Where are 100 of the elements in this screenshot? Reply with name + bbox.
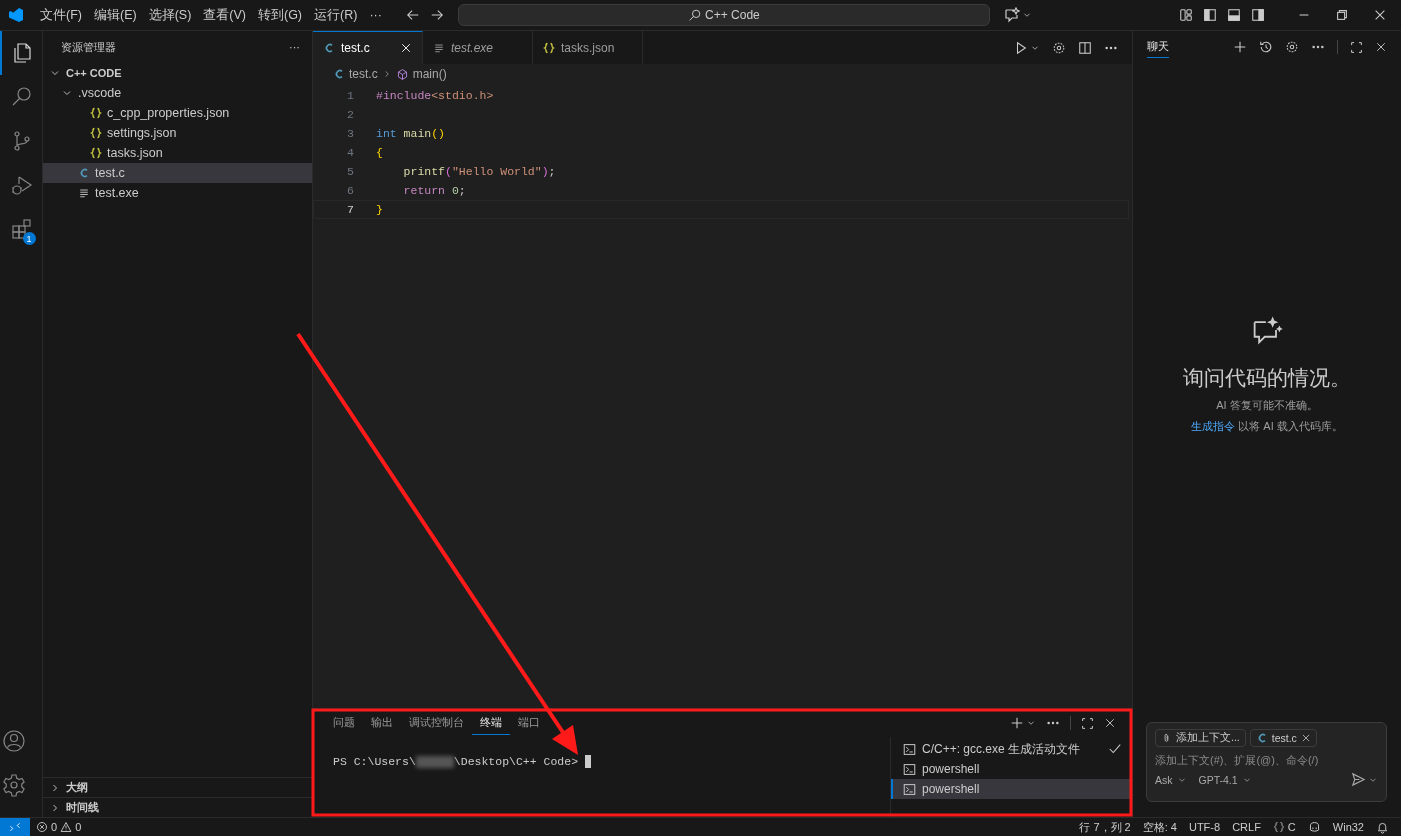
menu-item[interactable]: 查看(V) — [197, 6, 252, 24]
menu-item[interactable]: 运行(R) — [308, 6, 364, 24]
panel-tab[interactable]: 端口 — [510, 711, 548, 735]
context-chip[interactable]: 添加上下文... — [1155, 729, 1246, 747]
terminal-list-item[interactable]: powershell — [891, 779, 1132, 799]
line-number: 3 — [346, 127, 355, 140]
folder-item[interactable]: C++ CODE — [43, 63, 312, 83]
braces-icon — [90, 127, 102, 139]
panel-tab[interactable]: 调试控制台 — [401, 711, 472, 735]
file-item[interactable]: tasks.json — [43, 143, 312, 163]
panel-tab[interactable]: 终端 — [472, 711, 510, 735]
generate-link[interactable]: 生成指令 — [1191, 419, 1236, 432]
warning-icon — [60, 821, 73, 833]
problems-status[interactable]: 0 0 — [30, 817, 88, 836]
terminal-cursor — [585, 755, 592, 768]
platform-status[interactable]: Win32 — [1326, 817, 1370, 836]
blocks-icon[interactable] — [10, 217, 34, 241]
terminal-icon — [903, 782, 916, 796]
breadcrumb[interactable]: main() — [412, 67, 447, 81]
vscode-logo-icon — [8, 7, 24, 23]
braces-icon — [543, 41, 555, 54]
forward-arrow-icon[interactable] — [429, 8, 444, 22]
chat-note: AI 答复可能不准确。 — [1216, 397, 1318, 413]
braces-icon — [90, 107, 102, 119]
search-icon — [688, 8, 702, 22]
model-dropdown[interactable]: GPT-4.1 — [1198, 773, 1252, 786]
settings-icon[interactable] — [1, 773, 26, 797]
code-line: return 0; — [402, 184, 466, 197]
c-file-icon — [333, 68, 345, 80]
lines-icon — [78, 187, 90, 199]
c-file-icon — [323, 42, 335, 54]
terminal-list-item[interactable]: C/C++: gcc.exe 生成活动文件 — [891, 739, 1132, 759]
panel-bottom-icon[interactable] — [1227, 8, 1241, 22]
terminal-list-item[interactable]: powershell — [891, 759, 1132, 779]
cursor-position[interactable]: 行 7，列 2 — [1073, 817, 1137, 836]
panel-tab[interactable]: 问题 — [325, 711, 363, 735]
close-icon[interactable] — [1104, 717, 1116, 729]
chat-sparkle-icon[interactable] — [1003, 7, 1020, 23]
context-chip[interactable]: test.c — [1249, 729, 1317, 747]
line-number: 2 — [346, 108, 355, 121]
file-item[interactable]: settings.json — [43, 123, 312, 143]
file-item[interactable]: test.exe — [43, 183, 312, 203]
chat-input[interactable]: 添加上下文(#)、扩展(@)、命令(/) — [1155, 754, 1378, 766]
maximize-icon[interactable] — [1081, 716, 1094, 730]
menu-item[interactable]: 编辑(E) — [87, 6, 143, 24]
close-icon[interactable] — [1373, 8, 1387, 22]
code-line: #include<stdio.h> — [376, 89, 494, 102]
settings-icon[interactable] — [1285, 40, 1299, 54]
line-number: 4 — [346, 146, 355, 159]
breadcrumb[interactable]: test.c — [349, 67, 378, 81]
section-header[interactable]: 时间线 — [43, 797, 312, 817]
indent-status[interactable]: 空格: 4 — [1136, 817, 1183, 836]
history-icon[interactable] — [1259, 40, 1273, 54]
split-editor-icon[interactable] — [1078, 40, 1092, 55]
restore-icon[interactable] — [1335, 8, 1349, 22]
layout-icon[interactable] — [1179, 8, 1193, 22]
run-icon[interactable] — [1014, 40, 1028, 55]
language-status[interactable]: C — [1266, 817, 1302, 836]
menu-item[interactable]: 转到(G) — [252, 6, 309, 24]
error-icon — [36, 821, 48, 833]
sidebar-right-icon[interactable] — [1251, 8, 1265, 22]
section-header[interactable]: 大纲 — [43, 777, 312, 797]
line-number: 5 — [346, 165, 355, 178]
menu-item[interactable]: 文件(F) — [34, 6, 88, 24]
code-line: printf("Hello World"); — [402, 165, 556, 178]
cube-icon — [395, 67, 409, 81]
line-number: 1 — [346, 89, 355, 102]
plus-icon[interactable] — [1010, 716, 1024, 730]
more-button[interactable]: ··· — [289, 41, 300, 53]
editor-tab[interactable]: test.c — [313, 31, 423, 64]
send-icon[interactable] — [1351, 772, 1366, 787]
maximize-icon[interactable] — [1350, 40, 1363, 54]
account-icon[interactable] — [1, 729, 26, 753]
more-menu-button[interactable]: ··· — [363, 6, 388, 24]
chat-hint: 生成指令 以将 AI 载入代码库。 — [1191, 418, 1343, 434]
terminal-prompt: PS C:\Users\ — [333, 755, 416, 768]
file-item[interactable]: test.c — [43, 163, 312, 183]
chat-tab[interactable]: 聊天 — [1147, 36, 1169, 58]
panel-tab[interactable]: 输出 — [363, 711, 401, 735]
mode-dropdown[interactable]: Ask — [1155, 773, 1187, 786]
check-icon — [1108, 742, 1122, 756]
remote-icon — [9, 821, 21, 833]
settings-icon[interactable] — [1052, 40, 1066, 55]
command-search-field[interactable]: C++ Code — [457, 4, 990, 26]
menu-item[interactable]: 选择(S) — [142, 6, 198, 24]
encoding-status[interactable]: UTF-8 — [1182, 817, 1227, 836]
sidebar-title: 资源管理器 — [61, 39, 116, 55]
folder-item[interactable]: .vscode — [43, 83, 312, 103]
redaction-blur — [415, 756, 454, 768]
eol-status[interactable]: CRLF — [1226, 817, 1267, 836]
close-icon[interactable] — [1375, 41, 1387, 53]
activity-button[interactable]: 1 — [0, 207, 43, 251]
remote-button[interactable] — [0, 817, 30, 836]
file-item[interactable]: c_cpp_properties.json — [43, 103, 312, 123]
back-arrow-icon[interactable] — [405, 8, 420, 22]
plus-icon[interactable] — [1233, 40, 1247, 54]
sidebar-left-icon[interactable] — [1203, 8, 1217, 22]
terminal-prompt: \Desktop\C++ Code> — [453, 755, 579, 768]
paperclip-icon — [1161, 732, 1172, 744]
lines-icon — [433, 41, 445, 54]
